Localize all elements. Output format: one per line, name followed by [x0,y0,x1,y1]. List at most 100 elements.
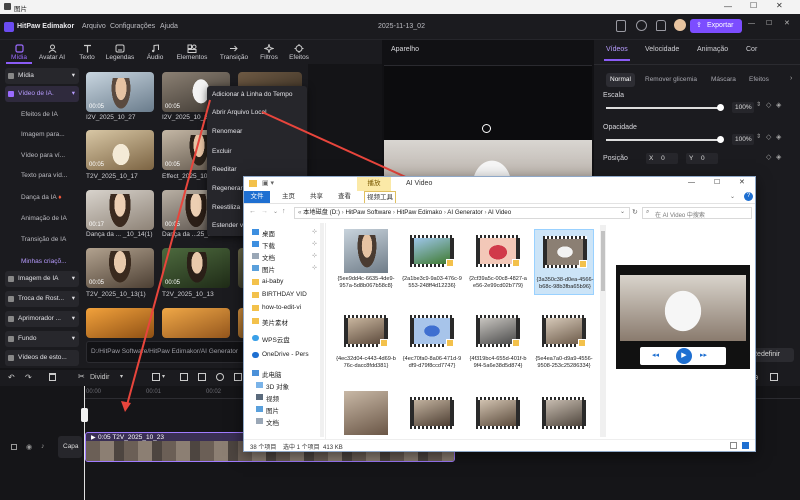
address-dropdown-icon[interactable]: ⌄ [620,208,625,215]
crumb-drive[interactable]: 本地磁盘 (D:) [303,209,340,216]
explorer-maximize-icon[interactable]: ☐ [714,178,720,186]
ribbon-tab-video-tools[interactable]: 视频工具 [364,191,396,203]
large-icons-view-icon[interactable] [742,442,749,449]
file-thumb [476,229,520,273]
quick-access-toolbar[interactable]: ▣ ▾ [262,179,274,187]
file-thumb [410,391,454,435]
file-item[interactable] [402,391,462,435]
nav-item[interactable]: 图片 ⊹ [244,263,324,274]
ribbon-expand-icon[interactable]: ⌄ [730,193,735,200]
file-thumb [542,309,586,353]
nav-item[interactable]: 文档 ⊹ [244,251,324,262]
video-badge-icon [446,259,454,267]
nav-item[interactable]: 下载 ⊹ [244,239,324,250]
video-frame [546,318,582,344]
ribbon-context-tab: 播放 [357,177,391,191]
file-item[interactable]: {2a1be3c9-9a03-476c-9553-248ff4d12236} [402,229,462,295]
file-thumb [476,391,520,435]
file-item[interactable] [468,391,528,435]
next-icon[interactable]: ▸▸ [700,351,707,359]
video-frame [414,318,450,344]
ribbon-tab-view[interactable]: 查看 [338,191,351,203]
file-item[interactable]: {2cf39a5c-00c8-4827-ae56-2e99cd02b779} [468,229,528,295]
file-item[interactable]: {5ee9dd4c-6635-4de9-957a-5d8b067b58c8} [336,229,396,295]
crumb-hitpaw-software[interactable]: HitPaw Software [345,209,391,216]
nav-item[interactable]: 3D 对象 [244,380,324,391]
crumb-ai-generator[interactable]: AI Generator [447,209,482,216]
file-item[interactable] [336,391,396,435]
nav-item[interactable]: BIRTHDAY VID [244,290,324,301]
ribbon-tabs: 文件 主页 共享 查看 视频工具 ⌄ ? [244,191,755,204]
file-item[interactable] [534,391,594,435]
explorer-status-bar: 38 个项目 选中 1 个项目 413 KB [244,439,755,451]
nav-item[interactable]: how-to-edit-vi [244,303,324,314]
crumb-hitpaw-edimako[interactable]: HitPaw Edimako [397,209,442,216]
file-thumb [344,309,388,353]
details-view-icon[interactable] [730,442,737,449]
file-thumb [542,391,586,435]
desktop-folder-icon [252,229,259,235]
video-badge-icon [579,260,587,268]
nav-item[interactable]: WPS云盘 [244,333,324,344]
prev-icon[interactable]: ◂◂ [652,351,659,359]
folder-icon [252,279,259,285]
file-grid: {5ee9dd4c-6635-4de9-957a-5d8b067b58c8} {… [332,225,600,439]
video-frame [348,318,384,344]
pictures-icon [256,406,263,412]
back-icon[interactable]: ← [249,208,256,215]
refresh-icon[interactable]: ↻ [632,208,638,216]
3d-icon [256,382,263,388]
address-chevron-icon: « [298,209,304,216]
nav-item[interactable]: 此电脑 [244,368,324,379]
scrollbar-thumb[interactable] [601,231,605,291]
nav-item[interactable]: OneDrive - Pers [244,350,324,361]
explorer-title: AI Video [406,180,433,187]
pin-icon: ⊹ [312,241,318,247]
crumb-ai-video[interactable]: AI Video [488,209,511,216]
file-item[interactable]: {4f319bc4-655d-401f-b9f4-5a6e38d5d874} [468,309,528,375]
cat-image [656,281,710,341]
explorer-close-icon[interactable]: ✕ [739,178,745,186]
file-item[interactable]: {4ec70fa0-8a06-471d-9df9-d79f8ccd7747} [402,309,462,375]
forward-icon[interactable]: → [261,208,268,215]
nav-item[interactable]: 视频 [244,392,324,403]
nav-item[interactable]: 美片素材 [244,316,324,327]
folder-icon [252,292,259,298]
play-button[interactable]: ▶ [676,348,692,364]
folder-icon [252,318,259,324]
video-frame [480,400,516,426]
file-item[interactable]: {5e4ea7a0-d9a9-4556-9508-253c25286334} [534,309,594,375]
annotation-arrow-to-timeline [121,99,211,412]
ribbon-tab-home[interactable]: 主页 [282,191,295,203]
videos-icon [256,394,263,400]
video-badge-icon [380,339,388,347]
ribbon-tab-file[interactable]: 文件 [244,191,270,203]
help-icon[interactable]: ? [744,192,753,201]
ribbon-tab-share[interactable]: 共享 [310,191,323,203]
file-thumb [344,229,388,273]
thumb-person [356,235,378,271]
documents-folder-icon [252,253,259,259]
explorer-search[interactable]: ⌕ 在 AI Video 中搜索 [642,207,752,219]
file-item-selected[interactable]: {3a350c38-d0ea-4566-b68c-98b3fba65b96} [534,229,594,295]
file-grid-scrollbar[interactable] [600,225,606,437]
file-explorer-window: ▣ ▾ 播放 AI Video — ☐ ✕ 文件 主页 共享 查看 视频工具 ⌄… [243,176,756,452]
recent-icon[interactable]: ⌄ [273,208,278,215]
video-badge-icon [512,339,520,347]
nav-item[interactable]: 图片 [244,404,324,415]
video-badge-icon [446,339,454,347]
file-item[interactable]: {4ec32d04-c443-4d69-b76c-dacc8fdd381} [336,309,396,375]
nav-item[interactable]: 桌面 ⊹ [244,227,324,238]
file-thumb [410,229,454,273]
explorer-minimize-icon[interactable]: — [688,179,695,186]
pc-icon [252,370,259,376]
nav-item[interactable]: 文档 [244,416,324,427]
video-badge-icon [512,259,520,267]
address-bar[interactable]: « 本地磁盘 (D:) › HitPaw Software › HitPaw E… [294,207,630,219]
pin-icon: ⊹ [312,253,318,259]
nav-item[interactable]: ai-baby [244,277,324,288]
video-frame [480,238,516,264]
up-icon[interactable]: ↑ [282,208,286,215]
address-row: ← → ⌄ ↑ « 本地磁盘 (D:) › HitPaw Software › … [244,205,755,221]
nav-scrollbar[interactable] [320,223,324,437]
